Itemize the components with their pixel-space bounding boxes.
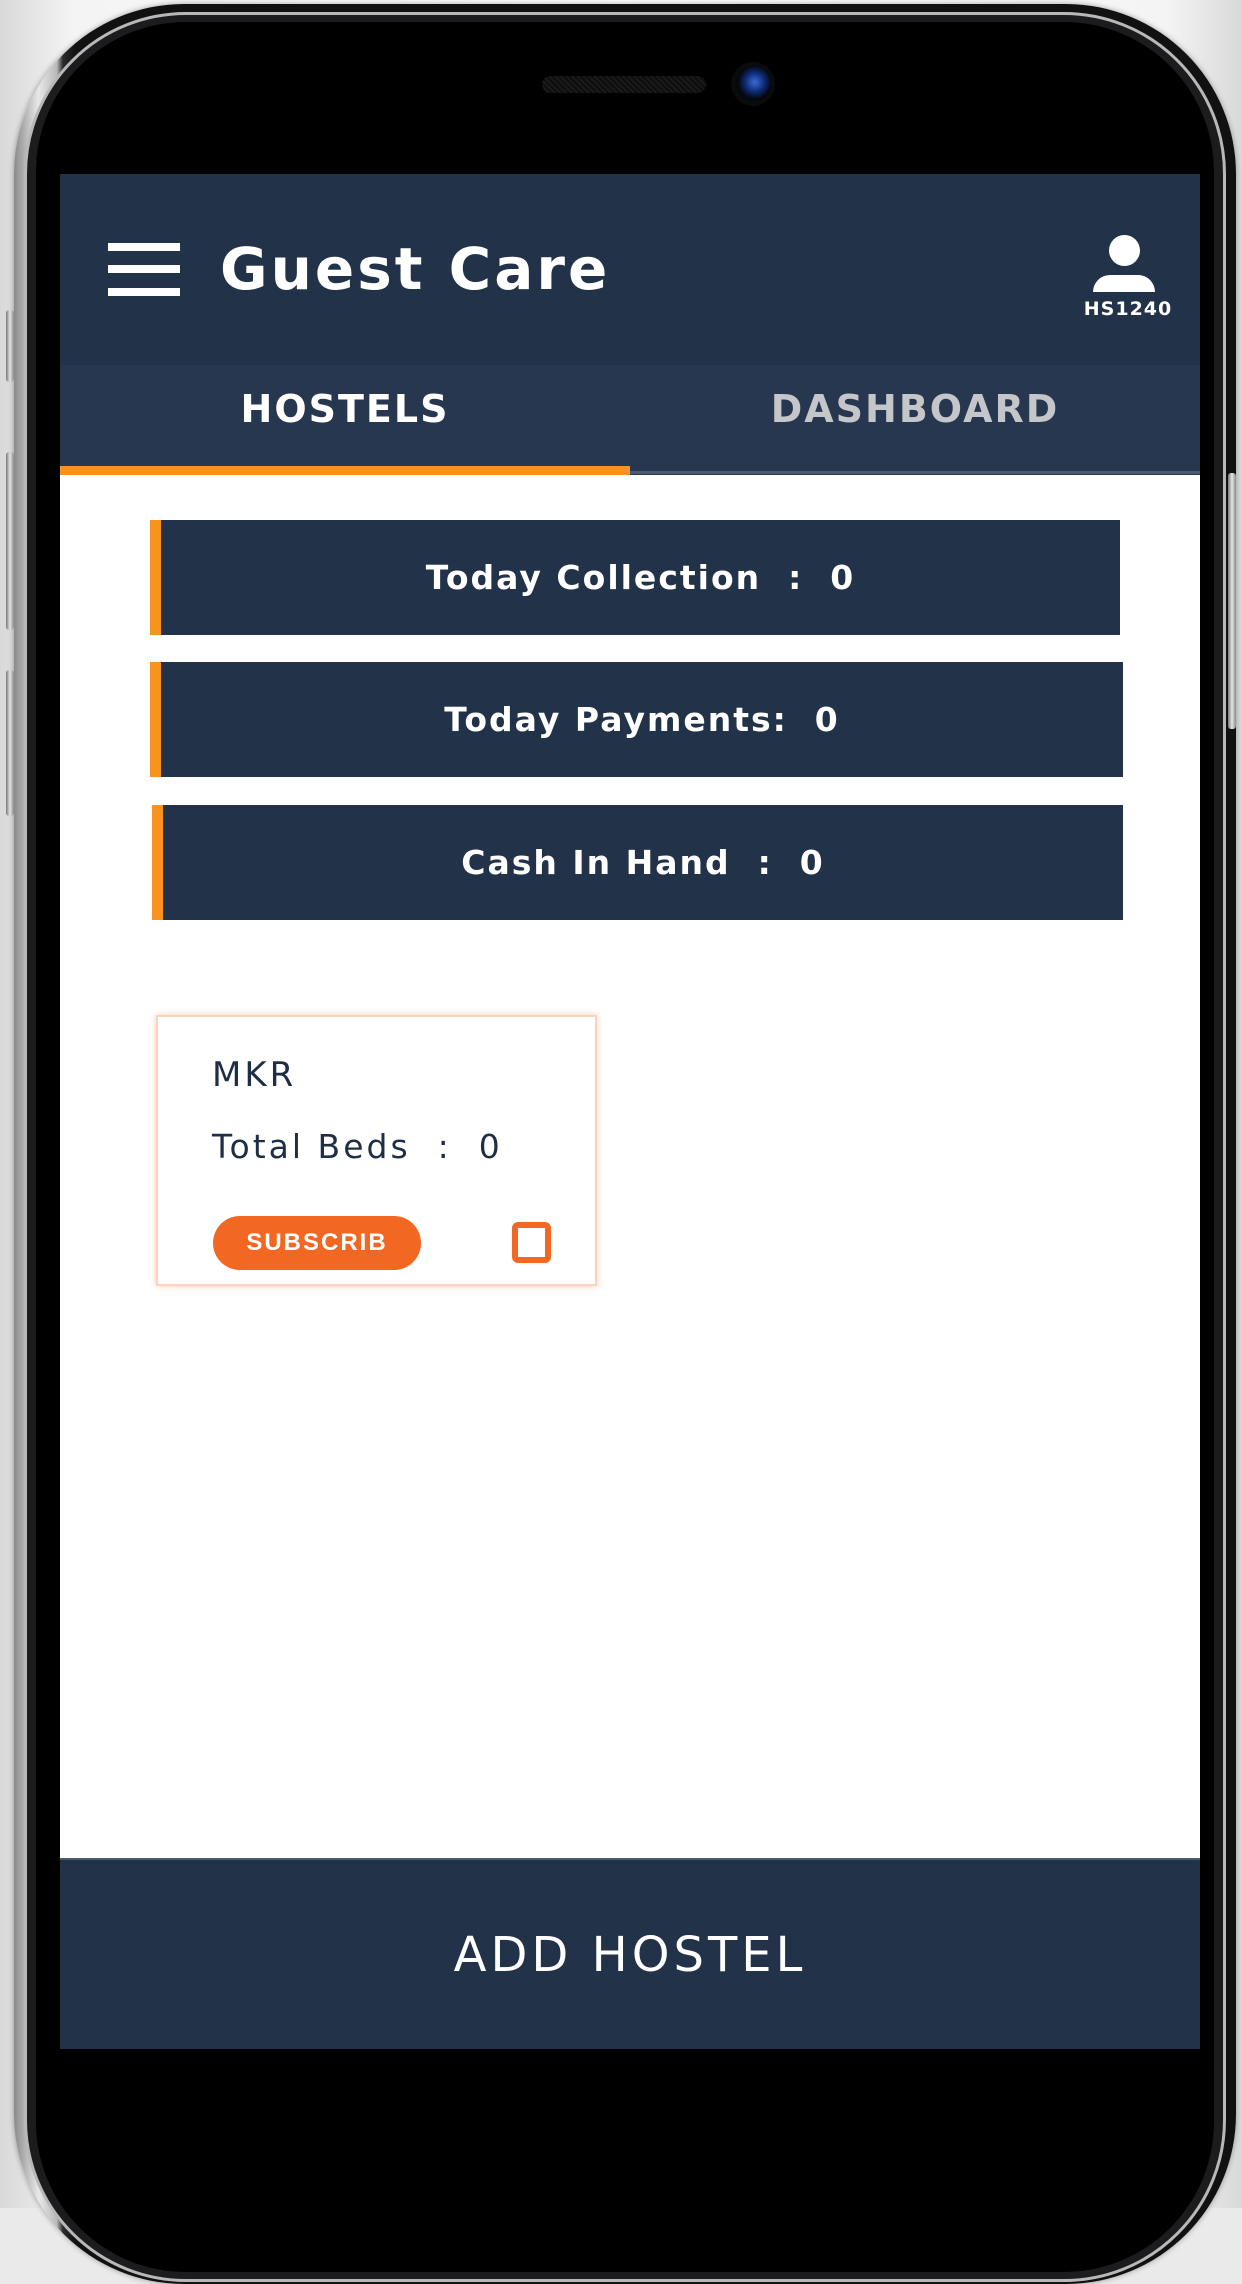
front-camera xyxy=(735,66,771,102)
stat-cash-in-hand: Cash In Hand : 0 xyxy=(152,805,1123,920)
active-tab-indicator xyxy=(60,466,630,475)
user-id-label: HS1240 xyxy=(1083,298,1173,320)
user-profile-icon xyxy=(1093,275,1155,292)
menu-line xyxy=(108,288,180,296)
menu-line xyxy=(108,243,180,251)
volume-down-button xyxy=(6,670,14,816)
stat-label: Cash In Hand : 0 xyxy=(461,843,825,882)
volume-up-button xyxy=(6,452,14,630)
hostel-name: MKR xyxy=(212,1055,297,1095)
add-hostel-label: ADD HOSTEL xyxy=(453,1926,807,1983)
earpiece-speaker xyxy=(542,76,706,93)
stat-label: Today Collection : 0 xyxy=(425,558,856,597)
user-profile-icon-head xyxy=(1109,235,1140,266)
hostel-card[interactable]: MKR Total Beds : 0 SUBSCRIB xyxy=(156,1015,597,1286)
app-header: Guest Care HS1240 xyxy=(60,174,1200,365)
app-title: Guest Care xyxy=(220,235,611,303)
stat-today-collection: Today Collection : 0 xyxy=(150,520,1120,635)
add-hostel-button[interactable]: ADD HOSTEL xyxy=(60,1858,1200,2049)
hostel-total-beds: Total Beds : 0 xyxy=(212,1127,503,1166)
stat-label: Today Payments: 0 xyxy=(444,700,840,739)
power-button xyxy=(1228,473,1236,729)
tab-dashboard[interactable]: DASHBOARD xyxy=(630,365,1200,475)
stat-today-payments: Today Payments: 0 xyxy=(150,662,1123,777)
tab-hostels[interactable]: HOSTELS xyxy=(60,365,630,475)
profile-button[interactable]: HS1240 xyxy=(1070,226,1186,326)
hamburger-menu-icon[interactable] xyxy=(108,243,180,296)
app-screen: Guest Care HS1240 HOSTELS DASHBOARD Toda… xyxy=(60,174,1200,2049)
tab-divider xyxy=(630,471,1200,474)
checkbox-icon[interactable] xyxy=(512,1222,551,1263)
subscribe-button[interactable]: SUBSCRIB xyxy=(213,1216,421,1270)
menu-line xyxy=(108,265,180,273)
mute-switch xyxy=(6,310,14,382)
tab-bar: HOSTELS DASHBOARD xyxy=(60,365,1200,475)
